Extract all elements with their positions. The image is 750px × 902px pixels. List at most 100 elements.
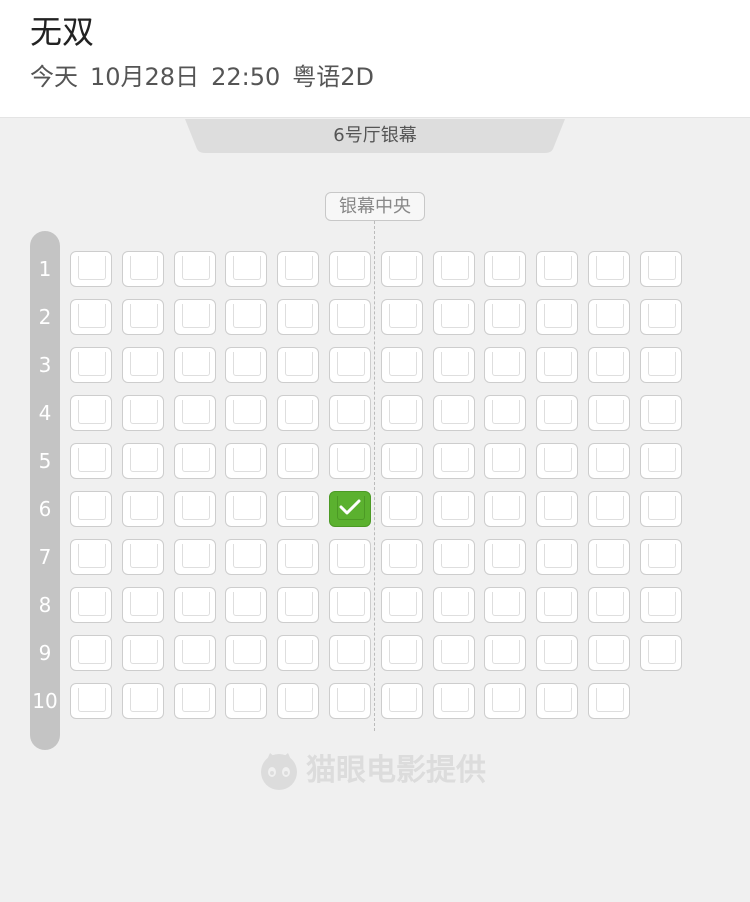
seat-selected[interactable]	[329, 491, 371, 527]
seat[interactable]	[225, 683, 267, 719]
seat[interactable]	[225, 587, 267, 623]
seat[interactable]	[433, 251, 475, 287]
seat[interactable]	[329, 587, 371, 623]
seat[interactable]	[381, 347, 423, 383]
seat[interactable]	[277, 635, 319, 671]
seat[interactable]	[640, 395, 682, 431]
seat[interactable]	[381, 443, 423, 479]
seat[interactable]	[329, 395, 371, 431]
seat[interactable]	[122, 491, 164, 527]
seat[interactable]	[640, 635, 682, 671]
seat[interactable]	[277, 299, 319, 335]
seat[interactable]	[640, 587, 682, 623]
seat[interactable]	[433, 347, 475, 383]
seat[interactable]	[588, 635, 630, 671]
seat[interactable]	[277, 539, 319, 575]
seat[interactable]	[70, 635, 112, 671]
seat[interactable]	[484, 491, 526, 527]
seat[interactable]	[122, 347, 164, 383]
seat[interactable]	[225, 443, 267, 479]
seat[interactable]	[277, 251, 319, 287]
seat[interactable]	[588, 443, 630, 479]
seat[interactable]	[122, 443, 164, 479]
seat[interactable]	[381, 539, 423, 575]
seat[interactable]	[536, 299, 578, 335]
seat[interactable]	[640, 443, 682, 479]
seat[interactable]	[225, 299, 267, 335]
seat[interactable]	[122, 251, 164, 287]
seat[interactable]	[122, 683, 164, 719]
seat[interactable]	[277, 491, 319, 527]
seat[interactable]	[174, 491, 216, 527]
seat[interactable]	[381, 491, 423, 527]
seat[interactable]	[329, 443, 371, 479]
seat[interactable]	[640, 491, 682, 527]
seat[interactable]	[70, 587, 112, 623]
seat[interactable]	[329, 347, 371, 383]
seat[interactable]	[329, 683, 371, 719]
seat[interactable]	[70, 443, 112, 479]
seat[interactable]	[174, 539, 216, 575]
seat[interactable]	[433, 395, 475, 431]
seat[interactable]	[381, 587, 423, 623]
seat[interactable]	[174, 251, 216, 287]
seat[interactable]	[70, 299, 112, 335]
seat[interactable]	[640, 251, 682, 287]
seat[interactable]	[122, 539, 164, 575]
seat[interactable]	[484, 347, 526, 383]
seat[interactable]	[536, 539, 578, 575]
seat[interactable]	[588, 347, 630, 383]
seat[interactable]	[381, 299, 423, 335]
seat[interactable]	[277, 587, 319, 623]
seat[interactable]	[433, 443, 475, 479]
seat[interactable]	[536, 683, 578, 719]
seat[interactable]	[174, 683, 216, 719]
seat[interactable]	[174, 635, 216, 671]
seat[interactable]	[536, 491, 578, 527]
seat[interactable]	[433, 683, 475, 719]
seat[interactable]	[588, 683, 630, 719]
seat[interactable]	[174, 443, 216, 479]
seat[interactable]	[433, 299, 475, 335]
seat[interactable]	[122, 395, 164, 431]
seat[interactable]	[588, 539, 630, 575]
seat[interactable]	[381, 395, 423, 431]
seat[interactable]	[536, 443, 578, 479]
seat[interactable]	[484, 299, 526, 335]
seat[interactable]	[484, 683, 526, 719]
seat[interactable]	[277, 443, 319, 479]
seat[interactable]	[433, 587, 475, 623]
seat[interactable]	[225, 539, 267, 575]
seat[interactable]	[225, 491, 267, 527]
seat[interactable]	[433, 539, 475, 575]
seat[interactable]	[484, 395, 526, 431]
seat[interactable]	[536, 587, 578, 623]
seat[interactable]	[536, 347, 578, 383]
seat[interactable]	[329, 539, 371, 575]
seat[interactable]	[277, 395, 319, 431]
seat[interactable]	[536, 395, 578, 431]
seat[interactable]	[329, 299, 371, 335]
seat[interactable]	[484, 539, 526, 575]
seat[interactable]	[122, 299, 164, 335]
seat[interactable]	[484, 443, 526, 479]
seat[interactable]	[588, 395, 630, 431]
seat[interactable]	[536, 635, 578, 671]
seat[interactable]	[484, 635, 526, 671]
seat[interactable]	[225, 395, 267, 431]
seat[interactable]	[225, 251, 267, 287]
seat[interactable]	[640, 539, 682, 575]
seat[interactable]	[588, 491, 630, 527]
seat[interactable]	[381, 635, 423, 671]
seat[interactable]	[70, 683, 112, 719]
seat[interactable]	[174, 347, 216, 383]
seat[interactable]	[381, 683, 423, 719]
seat[interactable]	[588, 251, 630, 287]
seat[interactable]	[122, 635, 164, 671]
seat[interactable]	[70, 539, 112, 575]
seat[interactable]	[484, 587, 526, 623]
seat[interactable]	[640, 347, 682, 383]
seat[interactable]	[70, 491, 112, 527]
seat[interactable]	[225, 347, 267, 383]
seat[interactable]	[329, 635, 371, 671]
